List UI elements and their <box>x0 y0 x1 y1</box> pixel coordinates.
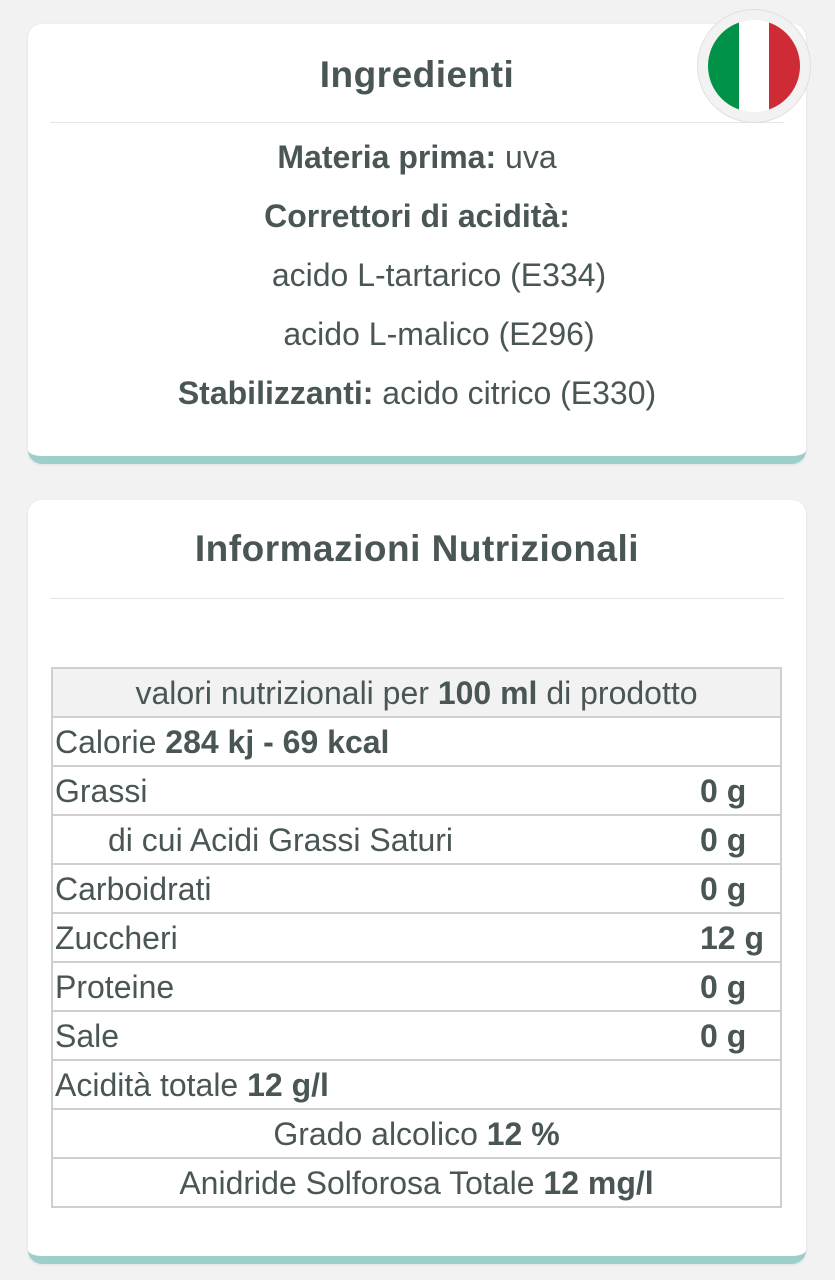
acidity-item-2: acido L-malico (E296) <box>283 316 595 352</box>
nutrition-divider <box>50 598 784 599</box>
carbohydrates-value: 0 g <box>698 863 782 914</box>
flag-circle <box>708 20 800 112</box>
saturated-fat-label: di cui Acidi Grassi Saturi <box>51 814 698 865</box>
fat-label: Grassi <box>51 765 698 816</box>
ingredients-divider <box>50 122 784 123</box>
flag-stripe-green <box>708 20 739 112</box>
calories-cell: Calorie 284 kj - 69 kcal <box>51 716 782 767</box>
acidity-row: Acidità totale 12 g/l <box>51 1059 782 1110</box>
acidity-correctors-line: Correttori di acidità: <box>28 198 806 235</box>
table-row: Carboidrati 0 g <box>51 863 782 914</box>
table-row: Grassi 0 g <box>51 765 782 816</box>
sulfur-value: 12 mg/l <box>543 1164 654 1201</box>
proteins-value: 0 g <box>698 961 782 1012</box>
table-row: di cui Acidi Grassi Saturi 0 g <box>51 814 782 865</box>
table-row: Proteine 0 g <box>51 961 782 1012</box>
nutrition-table: valori nutrizionali per 100 ml di prodot… <box>51 667 782 1208</box>
nutrition-header-cell: valori nutrizionali per 100 ml di prodot… <box>51 667 782 718</box>
carbohydrates-label: Carboidrati <box>51 863 698 914</box>
stabilizers-value: acido citrico (E330) <box>373 375 657 411</box>
sulfur-label: Anidride Solforosa Totale <box>179 1164 544 1201</box>
flag-stripe-red <box>769 20 800 112</box>
nutrition-header-row: valori nutrizionali per 100 ml di prodot… <box>51 667 782 718</box>
header-suffix: di prodotto <box>537 674 698 711</box>
saturated-fat-value: 0 g <box>698 814 782 865</box>
salt-value: 0 g <box>698 1010 782 1061</box>
raw-material-label: Materia prima: <box>277 139 497 175</box>
alcohol-value: 12 % <box>486 1115 560 1152</box>
raw-material-value: uva <box>496 139 557 175</box>
sulfur-cell: Anidride Solforosa Totale 12 mg/l <box>51 1157 782 1208</box>
sugars-value: 12 g <box>698 912 782 963</box>
sugars-label: Zuccheri <box>51 912 698 963</box>
raw-material-line: Materia prima: uva <box>28 139 806 176</box>
header-quantity: 100 ml <box>437 674 538 711</box>
alcohol-cell: Grado alcolico 12 % <box>51 1108 782 1159</box>
nutrition-card: Informazioni Nutrizionali valori nutrizi… <box>28 500 806 1264</box>
fat-value: 0 g <box>698 765 782 816</box>
salt-label: Sale <box>51 1010 698 1061</box>
table-row: Zuccheri 12 g <box>51 912 782 963</box>
alcohol-label: Grado alcolico <box>273 1115 487 1152</box>
acidity-item-1: acido L-tartarico (E334) <box>271 257 607 293</box>
calories-row: Calorie 284 kj - 69 kcal <box>51 716 782 767</box>
acidity-cell: Acidità totale 12 g/l <box>51 1059 782 1110</box>
header-prefix: valori nutrizionali per <box>135 674 438 711</box>
ingredients-title: Ingredienti <box>319 54 515 95</box>
stabilizers-label: Stabilizzanti: <box>177 375 374 411</box>
ingredients-card: Ingredienti Materia prima: uva Correttor… <box>28 24 806 464</box>
nutrition-title: Informazioni Nutrizionali <box>194 528 640 569</box>
flag-stripe-white <box>738 20 770 112</box>
alcohol-row: Grado alcolico 12 % <box>51 1108 782 1159</box>
calories-value: 284 kj - 69 kcal <box>165 723 390 760</box>
table-row: Sale 0 g <box>51 1010 782 1061</box>
acidity-correctors-label: Correttori di acidità: <box>264 198 570 234</box>
proteins-label: Proteine <box>51 961 698 1012</box>
total-acidity-value: 12 g/l <box>247 1066 329 1103</box>
stabilizers-line: Stabilizzanti: acido citrico (E330) <box>28 375 806 412</box>
calories-label: Calorie <box>55 723 166 760</box>
italian-flag-icon[interactable] <box>698 10 810 122</box>
total-acidity-label: Acidità totale <box>55 1066 248 1103</box>
sulfur-row: Anidride Solforosa Totale 12 mg/l <box>51 1157 782 1208</box>
